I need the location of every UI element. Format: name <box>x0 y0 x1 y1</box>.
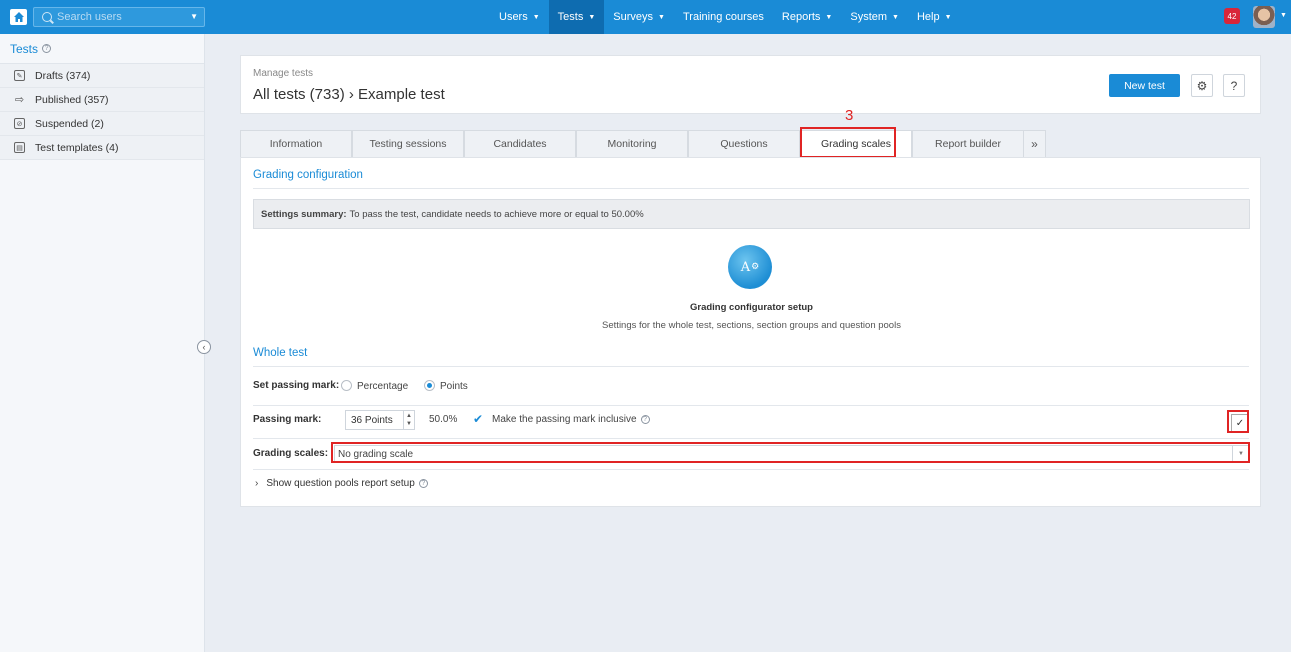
more-tabs-icon[interactable]: » <box>1024 130 1046 157</box>
nav-item-help[interactable]: Help ▼ <box>908 0 961 34</box>
sidebar-item-published[interactable]: ⇨ Published (357) <box>0 88 204 112</box>
inclusive-checkbox[interactable]: ✔ <box>473 413 485 426</box>
chevron-down-icon: ▼ <box>825 13 833 21</box>
divider <box>253 405 1249 406</box>
pencil-icon: ✎ <box>14 70 25 81</box>
inclusive-checkbox-label: Make the passing mark inclusive? <box>492 414 650 425</box>
annotation-highlight-grading-scales <box>331 442 1250 463</box>
chevron-right-icon: › <box>255 478 259 489</box>
annotation-step-number: 3 <box>845 107 854 124</box>
passing-mark-label: Passing mark: <box>253 414 322 425</box>
tab-information[interactable]: Information <box>240 130 352 157</box>
main-nav: Users ▼ Tests ▼ Surveys ▼ Training courses Repo… <box>490 0 961 34</box>
whole-test-title: Whole test <box>253 347 308 359</box>
chevron-down-icon: ▼ <box>532 13 540 21</box>
settings-gear-icon[interactable]: ⚙ <box>1191 74 1213 97</box>
tab-report-builder[interactable]: Report builder <box>912 130 1024 157</box>
nav-item-label: System <box>850 11 888 23</box>
sidebar-item-suspended[interactable]: ⊘ Suspended (2) <box>0 112 204 136</box>
gc-icon-letter: A <box>740 259 751 275</box>
tab-monitoring[interactable]: Monitoring <box>576 130 688 157</box>
chevron-down-icon: ▼ <box>658 13 665 21</box>
summary-text: To pass the test, candidate needs to ach… <box>349 208 644 220</box>
sidebar-item-drafts[interactable]: ✎ Drafts (374) <box>0 64 204 88</box>
grading-scales-label: Grading scales: <box>253 448 329 459</box>
help-icon[interactable]: ? <box>640 414 650 424</box>
stepper-arrows-icon[interactable]: ▲ ▼ <box>403 411 414 429</box>
passing-mark-percent: 50.0% <box>429 414 458 425</box>
passing-mark-stepper[interactable]: 36 Points ▲ ▼ <box>345 410 415 430</box>
sidebar-item-label: Test templates (4) <box>35 141 119 154</box>
divider <box>253 188 1249 189</box>
nav-item-label: Training courses <box>682 11 764 23</box>
collapse-sidebar-icon[interactable]: ‹ <box>197 340 211 354</box>
help-icon[interactable]: ? <box>418 479 428 488</box>
nav-item-label: Tests <box>557 11 584 23</box>
search-users-input[interactable] <box>57 11 167 23</box>
nav-item-label: Help <box>916 11 940 23</box>
tab-bar: Information Testing sessions Candidates Mon… <box>240 130 1046 157</box>
chevron-down-icon: ▼ <box>944 13 952 21</box>
help-icon[interactable]: ? <box>42 44 52 53</box>
nav-item-reports[interactable]: Reports ▼ <box>773 0 841 34</box>
tab-testing-sessions[interactable]: Testing sessions <box>352 130 464 157</box>
passing-mark-value: 36 Points <box>351 414 393 426</box>
inclusive-label-text: Make the passing mark inclusive <box>492 414 637 425</box>
divider <box>253 366 1249 367</box>
page-header: Manage tests All tests (733) › Example t… <box>240 55 1261 114</box>
search-scope-dropdown-icon[interactable]: ▼ <box>190 12 198 21</box>
percentage-radio[interactable] <box>341 380 352 391</box>
divider <box>253 469 1249 470</box>
show-question-pools-toggle[interactable]: › Show question pools report setup? <box>255 478 428 489</box>
tab-candidates[interactable]: Candidates <box>464 130 576 157</box>
help-button[interactable]: ? <box>1223 74 1245 97</box>
tab-questions[interactable]: Questions <box>688 130 800 157</box>
nav-item-training-courses[interactable]: Training courses <box>674 0 773 34</box>
home-icon[interactable] <box>10 9 27 25</box>
chevron-down-icon: ▼ <box>892 13 899 21</box>
nav-item-tests[interactable]: Tests ▼ <box>548 0 605 34</box>
notifications-badge[interactable]: 42 <box>1224 8 1240 24</box>
settings-summary: Settings summary: To pass the test, cand… <box>253 199 1250 229</box>
sidebar-item-label: Published (357) <box>35 93 109 106</box>
nav-item-label: Users <box>499 11 528 23</box>
sidebar-item-label: Drafts (374) <box>35 69 91 82</box>
top-navigation-bar: ▼ Users ▼ Tests ▼ Surveys ▼ Training courses Re… <box>0 0 1291 34</box>
nav-item-label: Reports <box>781 11 821 23</box>
chevron-down-icon: ▼ <box>588 13 596 21</box>
nav-item-system[interactable]: System ▼ <box>841 0 908 34</box>
nav-item-users[interactable]: Users ▼ <box>490 0 549 34</box>
show-question-pools-label: Show question pools report setup <box>266 478 415 489</box>
annotation-highlight-tab <box>800 127 896 158</box>
percentage-radio-label: Percentage <box>357 381 409 392</box>
sidebar-title-text: Tests <box>10 41 39 56</box>
user-avatar[interactable] <box>1253 6 1275 28</box>
sidebar-item-test-templates[interactable]: ▤ Test templates (4) <box>0 136 204 160</box>
section-label: Manage tests <box>253 68 314 79</box>
points-radio[interactable] <box>424 380 435 391</box>
grading-configuration-title: Grading configuration <box>253 169 363 181</box>
grading-configurator-subtitle: Settings for the whole test, sections, s… <box>602 320 901 331</box>
sidebar: Tests ? ✎ Drafts (374) ⇨ Published (357)… <box>0 34 205 652</box>
search-icon <box>42 12 52 22</box>
search-users-box[interactable]: ▼ <box>33 7 205 27</box>
suspended-icon: ⊘ <box>14 118 25 129</box>
sidebar-title: Tests ? <box>0 34 204 64</box>
divider <box>253 438 1249 439</box>
page-title: All tests (733) › Example test <box>253 86 445 103</box>
grading-configurator-title: Grading configurator setup <box>690 302 813 313</box>
template-icon: ▤ <box>14 142 25 153</box>
set-passing-mark-label: Set passing mark: <box>253 380 340 391</box>
export-icon: ⇨ <box>14 94 25 106</box>
summary-label: Settings summary: <box>261 208 347 220</box>
annotation-highlight-confirm <box>1227 410 1249 433</box>
sidebar-item-label: Suspended (2) <box>35 117 104 130</box>
points-radio-label: Points <box>440 381 468 392</box>
grading-configurator-icon[interactable]: A ⚙ <box>728 245 772 289</box>
new-test-button[interactable]: New test <box>1109 74 1180 97</box>
user-menu-caret-icon[interactable]: ▼ <box>1280 12 1287 19</box>
nav-item-label: Surveys <box>613 11 654 23</box>
nav-item-surveys[interactable]: Surveys ▼ <box>604 0 674 34</box>
